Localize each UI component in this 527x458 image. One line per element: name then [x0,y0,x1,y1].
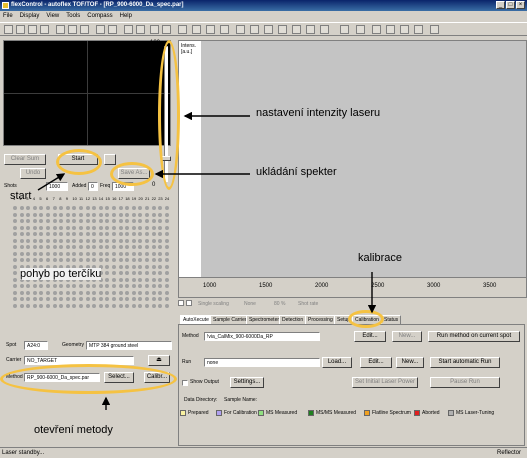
annotation-laser: nastavení intenzity laseru [256,107,381,119]
annotation-start: start [10,190,32,202]
annotation-calibration: kalibrace [358,252,403,264]
annotation-method: otevření metody [34,424,113,436]
start-arrow [37,173,66,191]
annotation-saving: ukládání spekter [256,166,337,178]
annotation-plate: pohyb po terčíku [20,268,102,280]
annotation-arrows [37,111,377,410]
